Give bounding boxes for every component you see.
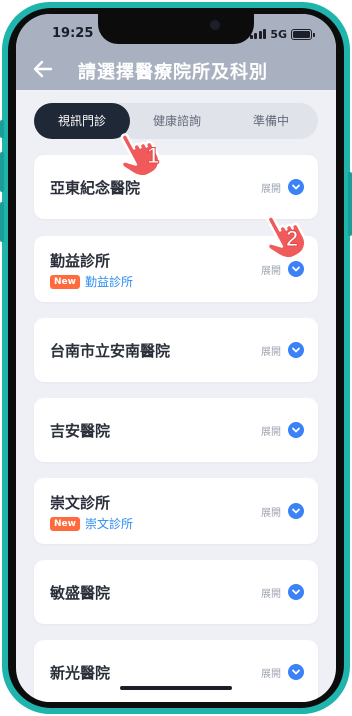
chevron-down-icon <box>288 342 304 358</box>
app-header: 19:25 5G 請選擇醫療院所及科別 <box>16 14 336 90</box>
tab-bar: 視訊門診 健康諮詢 準備中 <box>34 103 318 139</box>
new-badge: New <box>50 274 80 289</box>
clinic-name: 新光醫院 <box>50 664 111 682</box>
expand-button[interactable]: 展開 <box>261 179 304 195</box>
expand-label: 展開 <box>261 265 281 277</box>
expand-label: 展開 <box>261 183 281 195</box>
expand-label: 展開 <box>261 588 281 600</box>
back-arrow-icon[interactable] <box>32 58 54 80</box>
phone-side-button <box>0 202 4 242</box>
clinic-name: 台南市立安南醫院 <box>50 342 171 360</box>
expand-button[interactable]: 展開 <box>261 503 304 519</box>
status-indicators: 5G <box>249 27 315 41</box>
expand-button[interactable]: 展開 <box>261 422 304 438</box>
department-name: 崇文診所 <box>84 517 133 531</box>
chevron-down-icon <box>288 422 304 438</box>
status-time: 19:25 <box>52 26 94 41</box>
phone-side-button <box>348 172 352 236</box>
battery-icon <box>291 28 315 40</box>
notch <box>98 14 254 44</box>
chevron-down-icon <box>288 503 304 519</box>
phone-screen: 19:25 5G 請選擇醫療院所及科別 視訊門診 健康諮詢 準備中 亞東紀念醫院 <box>16 14 336 702</box>
expand-label: 展開 <box>261 668 281 680</box>
clinic-department: New 崇文診所 <box>50 515 133 532</box>
expand-button[interactable]: 展開 <box>261 342 304 358</box>
expand-label: 展開 <box>261 426 281 438</box>
chevron-down-icon <box>288 664 304 680</box>
nav-bar: 請選擇醫療院所及科別 <box>16 54 336 86</box>
chevron-down-icon <box>288 261 304 277</box>
clinic-card[interactable]: 吉安醫院 展開 <box>34 398 318 462</box>
clinic-name: 崇文診所 <box>50 494 111 512</box>
expand-label: 展開 <box>261 507 281 519</box>
phone-side-button <box>0 152 4 192</box>
chevron-down-icon <box>288 584 304 600</box>
expand-button[interactable]: 展開 <box>261 261 304 277</box>
phone-side-button <box>0 120 4 138</box>
clinic-card[interactable]: 勤益診所 New 勤益診所 展開 <box>34 236 318 302</box>
clinic-card[interactable]: 台南市立安南醫院 展開 <box>34 318 318 382</box>
clinic-card[interactable]: 崇文診所 New 崇文診所 展開 <box>34 478 318 544</box>
tab-video-clinic[interactable]: 視訊門診 <box>34 103 130 139</box>
chevron-down-icon <box>288 179 304 195</box>
clinic-name: 吉安醫院 <box>50 422 111 440</box>
expand-label: 展開 <box>261 346 281 358</box>
signal-icon <box>249 29 267 39</box>
clinic-department: New 勤益診所 <box>50 273 133 290</box>
expand-button[interactable]: 展開 <box>261 584 304 600</box>
department-name: 勤益診所 <box>84 275 133 289</box>
camera-icon <box>210 20 220 30</box>
page-title: 請選擇醫療院所及科別 <box>78 62 268 83</box>
clinic-card[interactable]: 亞東紀念醫院 展開 <box>34 155 318 219</box>
clinic-card[interactable]: 新光醫院 展開 <box>34 640 318 702</box>
tab-health-consult[interactable]: 健康諮詢 <box>130 103 224 139</box>
clinic-name: 敏盛醫院 <box>50 584 111 602</box>
network-type: 5G <box>270 27 287 41</box>
clinic-name: 勤益診所 <box>50 252 111 270</box>
clinic-card[interactable]: 敏盛醫院 展開 <box>34 560 318 624</box>
clinic-name: 亞東紀念醫院 <box>50 179 141 197</box>
tab-in-preparation[interactable]: 準備中 <box>224 103 318 139</box>
new-badge: New <box>50 516 80 531</box>
home-indicator <box>120 686 232 690</box>
expand-button[interactable]: 展開 <box>261 664 304 680</box>
